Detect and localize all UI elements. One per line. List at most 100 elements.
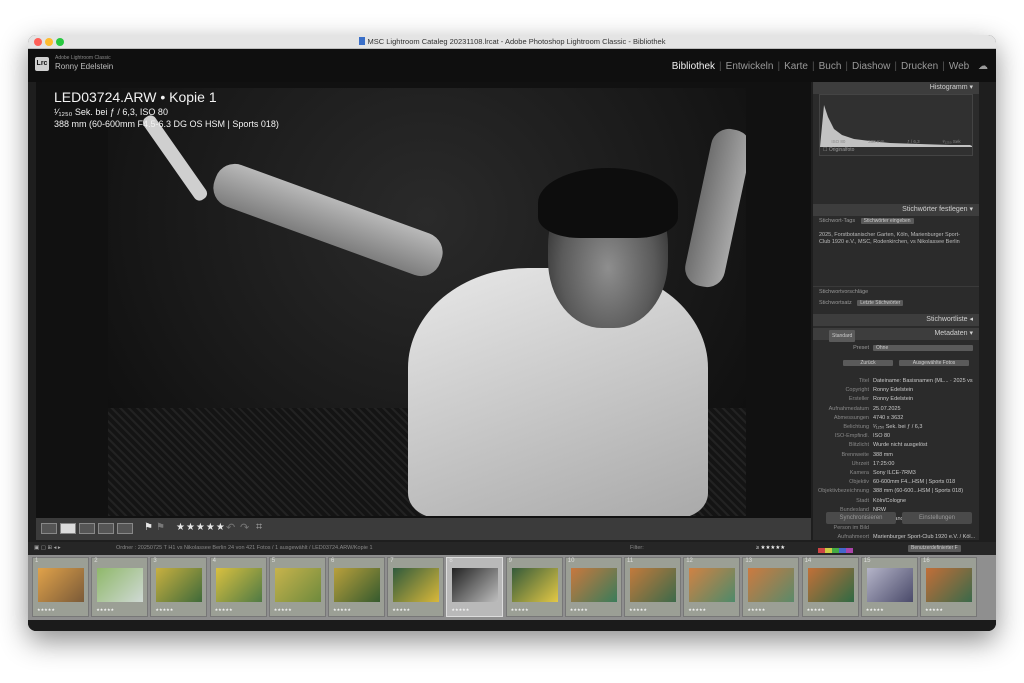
thumbnail-stars: ★★★★★ [865,607,884,612]
rotate-right-icon[interactable]: ↷ [240,521,249,534]
filmstrip-cell[interactable]: 13 ★★★★★ [742,557,800,617]
metadata-value[interactable]: 388 mm [873,451,893,460]
filmstrip-cell[interactable]: 3 ★★★★★ [150,557,208,617]
filmstrip-cell[interactable]: 8 ★★★★★ [446,557,504,617]
module-bibliothek[interactable]: Bibliothek [672,61,715,72]
filmstrip-cell[interactable]: 12 ★★★★★ [683,557,741,617]
filmstrip-cell[interactable]: 2 ★★★★★ [91,557,149,617]
metadata-value[interactable]: 4740 x 3632 [873,414,903,423]
keyword-tags-select[interactable]: Stichwörter eingeben [860,218,914,224]
filmstrip-cell[interactable]: 11 ★★★★★ [624,557,681,617]
filmstrip-cell[interactable]: 10 ★★★★★ [564,557,622,617]
filmstrip-cell[interactable]: 5 ★★★★★ [268,557,326,617]
compare-view-button[interactable] [79,523,95,534]
filmstrip-thumbnail[interactable] [630,568,676,602]
rotate-left-icon[interactable]: ↶ [226,521,235,534]
module-karte[interactable]: Karte [784,61,808,72]
filmstrip-path[interactable]: Ordner : 20250725 T H1 vs Nikolassee Ber… [116,542,373,555]
keywording-header[interactable]: Stichwörter festlegen ▾ [813,204,979,216]
settings-button[interactable]: Einstellungen [902,512,972,524]
metadata-value[interactable]: Sony ILCE-7RM3 [873,469,916,478]
preset-select[interactable]: Ohne [873,345,973,351]
keyword-set-row: Stichwortsatz Letzte Stichwörter [813,300,979,306]
filmstrip-cell[interactable]: 16 ★★★★★ [920,557,977,617]
metadata-back-button[interactable]: Zurück [843,360,893,366]
thumbnail-stars: ★★★★★ [629,607,647,612]
filmstrip-thumbnail[interactable] [807,568,854,602]
grid-view-button[interactable] [41,523,57,534]
sync-button[interactable]: Synchronisieren [826,512,896,524]
filmstrip-screen-toggle[interactable]: ▣ ▢ ⊞ ◂ ▸ [34,542,61,555]
metadata-value[interactable]: Dateiname: Basisnamen (ML... · 2025 vs [873,377,973,386]
keywords-textarea[interactable]: 2025, Forstbotanischer Garten, Köln, Mar… [819,232,969,246]
filmstrip-cell[interactable]: 15 ★★★★★ [860,557,918,617]
filmstrip-thumbnail[interactable] [511,568,558,602]
keyword-list-title: Stichwortliste [926,316,968,323]
module-drucken[interactable]: Drucken [901,61,938,72]
metadata-value[interactable]: 388 mm (60-600...HSM | Sports 018) [873,487,963,496]
filmstrip-cell[interactable]: 7 ★★★★★ [387,557,445,617]
module-separator: | [719,61,722,72]
histogram-header[interactable]: Histogramm ▾ [813,82,979,94]
filmstrip-thumbnail[interactable] [452,568,499,602]
filmstrip-thumbnail[interactable] [748,568,795,602]
filmstrip-cell[interactable]: 6 ★★★★★ [328,557,385,617]
color-label-filter[interactable] [818,546,864,553]
metadata-value[interactable]: ¹⁄₁₂₅₀ Sek. bei ƒ / 6,3 [873,423,922,432]
keyword-list-header[interactable]: Stichwortliste ◂ [813,314,979,326]
filter-stars[interactable]: ≥ ★★★★★ [756,542,785,555]
filter-preset-select[interactable]: Benutzerdefinierter F [908,545,961,552]
metadata-row: Titel Dateiname: Basisnamen (ML... · 2025… [813,377,979,386]
metadata-row: Kamera Sony ILCE-7RM3 [813,469,979,478]
module-buch[interactable]: Buch [819,61,842,72]
main-photo[interactable] [108,88,746,516]
metadata-value[interactable]: Ronny Edelstein [873,386,913,395]
filmstrip-cell[interactable]: 14 ★★★★★ [801,557,859,617]
filmstrip-thumbnail[interactable] [274,568,321,602]
filmstrip-cell[interactable]: 9 ★★★★★ [505,557,563,617]
metadata-row: ISO-Empfindl. ISO 80 [813,432,979,441]
metadata-header[interactable]: Standard Metadaten ▾ [813,328,979,342]
original-photo-checkbox[interactable]: ☐ Originalfoto [823,147,854,153]
metadata-value[interactable]: ISO 80 [873,432,890,441]
loupe-view-button[interactable] [60,523,76,534]
filmstrip-thumbnail[interactable] [689,568,736,602]
filmstrip-number: 12 [686,558,693,564]
cloud-sync-icon[interactable]: ☁ [969,61,988,72]
thumbnail-stars: ★★★★★ [747,607,766,612]
filmstrip-thumbnail[interactable] [926,568,972,602]
filmstrip-thumbnail[interactable] [393,568,440,602]
metadata-value[interactable]: Ronny Edelstein [873,395,913,404]
module-diashow[interactable]: Diashow [852,61,890,72]
crop-icon[interactable]: ⌗ [256,521,262,534]
metadata-value[interactable]: Wurde nicht ausgelöst [873,441,927,450]
flag-reject-icon[interactable]: ⚑ [156,522,165,533]
keyword-set-select[interactable]: Letzte Stichwörter [857,300,904,306]
filmstrip-thumbnail[interactable] [334,568,380,602]
filmstrip-cell[interactable]: 1 ★★★★★ [32,557,89,617]
metadata-value[interactable]: 25.07.2025 [873,405,901,414]
metadata-selected-button[interactable]: Ausgewählte Fotos [899,360,969,366]
metadata-preset-select[interactable]: Standard [829,330,856,342]
filmstrip-cell[interactable]: 4 ★★★★★ [209,557,267,617]
metadata-value[interactable]: Köln/Cologne [873,497,906,506]
filmstrip-thumbnail[interactable] [38,568,84,602]
filmstrip-thumbnail[interactable] [866,568,913,602]
metadata-row: Objektiv 60-600mm F4...HSM | Sports 018 [813,478,979,487]
module-entwickeln[interactable]: Entwickeln [726,61,774,72]
metadata-value[interactable]: 17:25:00 [873,460,894,469]
people-view-button[interactable] [117,523,133,534]
keyword-suggestions-row[interactable]: Stichwortvorschläge [813,286,979,295]
filmstrip-thumbnail[interactable] [156,568,203,602]
metadata-label: Objektiv [849,479,869,486]
filmstrip-thumbnail[interactable] [570,568,617,602]
filmstrip-thumbnail[interactable] [97,568,144,602]
star-rating[interactable]: ★★★★★ [176,522,226,533]
survey-view-button[interactable] [98,523,114,534]
document-icon [358,37,365,45]
module-web[interactable]: Web [949,61,969,72]
metadata-value[interactable]: 60-600mm F4...HSM | Sports 018 [873,478,955,487]
photo-exposure: ¹⁄₁₂₅₀ Sek. bei ƒ / 6,3, ISO 80 [54,107,168,117]
filmstrip-thumbnail[interactable] [215,568,262,602]
flag-pick-icon[interactable]: ⚑ [144,522,153,533]
